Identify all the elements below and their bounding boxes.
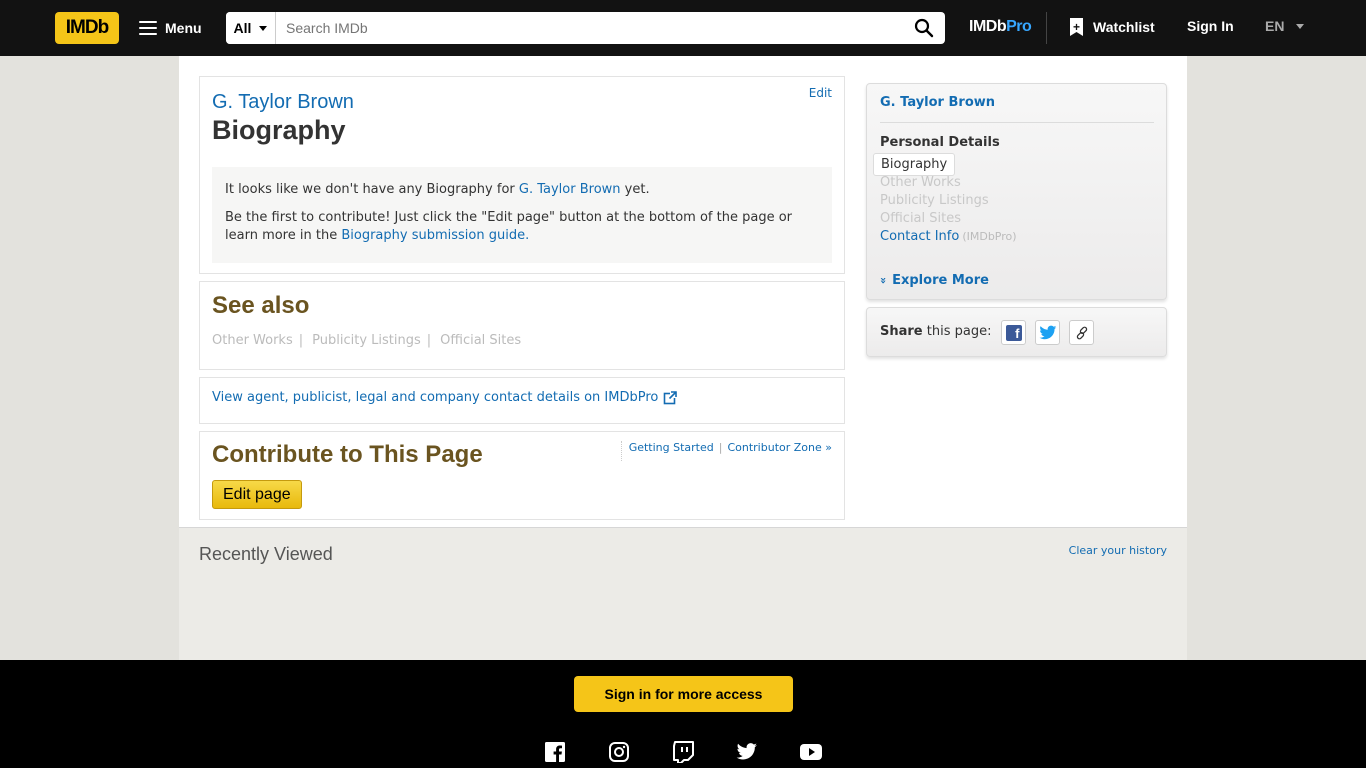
twitter-icon (1038, 325, 1056, 339)
watchlist-button[interactable]: + Watchlist (1070, 18, 1155, 36)
sidebar-item-official-sites[interactable]: Official Sites (880, 211, 961, 226)
recently-viewed-section: Recently Viewed Clear your history (179, 527, 1187, 660)
sidebar-item-other-works[interactable]: Other Works (880, 175, 961, 190)
instagram-footer-link[interactable] (607, 740, 631, 764)
facebook-icon (545, 742, 565, 762)
submission-guide-link[interactable]: Biography submission guide (341, 228, 525, 243)
separator: | (718, 441, 723, 454)
biography-panel: G. Taylor Brown Biography Edit It looks … (199, 76, 845, 274)
contribute-panel: Contribute to This Page Getting Started |… (199, 431, 845, 520)
explore-more-label: Explore More (892, 273, 989, 288)
hamburger-icon (139, 21, 157, 35)
empty-notice-suffix: yet. (624, 182, 650, 197)
see-also-other-works[interactable]: Other Works (212, 333, 293, 348)
watchlist-bookmark-icon: + (1070, 18, 1083, 36)
sidebar-navigation: G. Taylor Brown Personal Details Biograp… (866, 83, 1167, 300)
twitch-icon (673, 741, 694, 763)
share-facebook-button[interactable]: f (1001, 320, 1026, 345)
see-also-publicity-listings[interactable]: Publicity Listings (312, 333, 421, 348)
imdbpro-contact-link[interactable]: View agent, publicist, legal and company… (212, 390, 678, 405)
top-navigation-bar: IMDb Menu All IMDbPro + Watchlist Sign I… (0, 0, 1366, 56)
empty-biography-notice: It looks like we don't have any Biograph… (212, 167, 832, 263)
contribute-title: Contribute to This Page (212, 441, 483, 468)
imdbpro-link[interactable]: IMDbPro (969, 18, 1032, 36)
instagram-icon (609, 742, 629, 762)
youtube-footer-link[interactable] (799, 740, 823, 764)
see-also-links: Other Works | Publicity Listings | Offic… (212, 333, 521, 348)
menu-button[interactable]: Menu (139, 16, 202, 40)
imdbpro-suffix: Pro (1006, 18, 1032, 35)
sidebar-item-publicity-listings[interactable]: Publicity Listings (880, 193, 989, 208)
empty-notice-text: It looks like we don't have any Biograph… (225, 181, 819, 199)
contributor-zone-link[interactable]: Contributor Zone » (727, 441, 832, 454)
separator: | (426, 333, 432, 348)
contact-info-label: Contact Info (880, 229, 960, 244)
facebook-icon: f (1005, 324, 1022, 341)
youtube-icon (800, 744, 822, 760)
external-link-icon (664, 390, 678, 404)
imdb-logo[interactable]: IMDb (55, 12, 119, 44)
see-also-panel: See also Other Works | Publicity Listing… (199, 281, 845, 370)
search-input[interactable] (276, 12, 906, 44)
separator: | (298, 333, 304, 348)
share-panel: Share this page: f (866, 307, 1167, 357)
twitter-footer-link[interactable] (735, 740, 759, 764)
explore-more-link[interactable]: » Explore More (877, 273, 989, 288)
recently-viewed-title: Recently Viewed (199, 544, 333, 564)
share-label: Share this page: (880, 324, 991, 339)
contribute-notice-text: Be the first to contribute! Just click t… (225, 209, 819, 245)
empty-notice-prefix: It looks like we don't have any Biograph… (225, 182, 515, 197)
nav-divider (1046, 12, 1047, 44)
imdbpro-contact-panel: View agent, publicist, legal and company… (199, 377, 845, 424)
page-content: G. Taylor Brown Biography Edit It looks … (179, 56, 1187, 660)
search-category-label: All (233, 20, 252, 36)
link-icon (1076, 326, 1087, 339)
sidebar-item-biography[interactable]: Biography (873, 153, 956, 176)
person-name-inline-link[interactable]: G. Taylor Brown (519, 182, 621, 197)
share-label-rest: this page: (926, 324, 992, 339)
footer: Sign in for more access (0, 660, 1366, 768)
sidebar-person-name-link[interactable]: G. Taylor Brown (880, 95, 995, 110)
search-button[interactable] (909, 16, 939, 40)
caret-down-icon (259, 25, 268, 31)
guide-period: . (525, 228, 530, 243)
sidebar-section-heading: Personal Details (880, 135, 1000, 150)
imdbpro-prefix: IMDb (969, 18, 1007, 35)
footer-sign-in-button[interactable]: Sign in for more access (574, 676, 793, 712)
edit-page-button[interactable]: Edit page (212, 480, 302, 509)
language-selector[interactable]: EN (1265, 18, 1305, 34)
sidebar-item-contact-info[interactable]: Contact Info (IMDbPro) (880, 229, 1017, 244)
edit-link[interactable]: Edit (809, 86, 832, 100)
search-category-dropdown[interactable]: All (226, 12, 276, 44)
sidebar-divider (880, 122, 1154, 123)
caret-down-icon (1296, 23, 1305, 29)
getting-started-link[interactable]: Getting Started (629, 441, 714, 454)
imdbpro-contact-text: View agent, publicist, legal and company… (212, 390, 659, 405)
share-label-bold: Share (880, 324, 923, 339)
person-name-link[interactable]: G. Taylor Brown (212, 91, 354, 114)
sign-in-link[interactable]: Sign In (1187, 18, 1234, 34)
twitch-footer-link[interactable] (671, 740, 695, 764)
clear-history-link[interactable]: Clear your history (1069, 544, 1167, 557)
search-icon (914, 18, 934, 38)
watchlist-label: Watchlist (1093, 19, 1155, 35)
twitter-icon (736, 743, 757, 760)
see-also-official-sites[interactable]: Official Sites (440, 333, 521, 348)
language-label: EN (1265, 18, 1285, 34)
menu-label: Menu (165, 20, 202, 36)
facebook-footer-link[interactable] (543, 740, 567, 764)
share-twitter-button[interactable] (1035, 320, 1060, 345)
double-chevron-down-icon: » (877, 276, 891, 285)
share-copy-link-button[interactable] (1069, 320, 1094, 345)
search-bar: All (226, 12, 945, 44)
contact-info-sub: (IMDbPro) (962, 230, 1017, 243)
page-title: Biography (212, 115, 346, 145)
see-also-title: See also (212, 292, 310, 319)
contribute-links: Getting Started | Contributor Zone » (620, 441, 832, 461)
